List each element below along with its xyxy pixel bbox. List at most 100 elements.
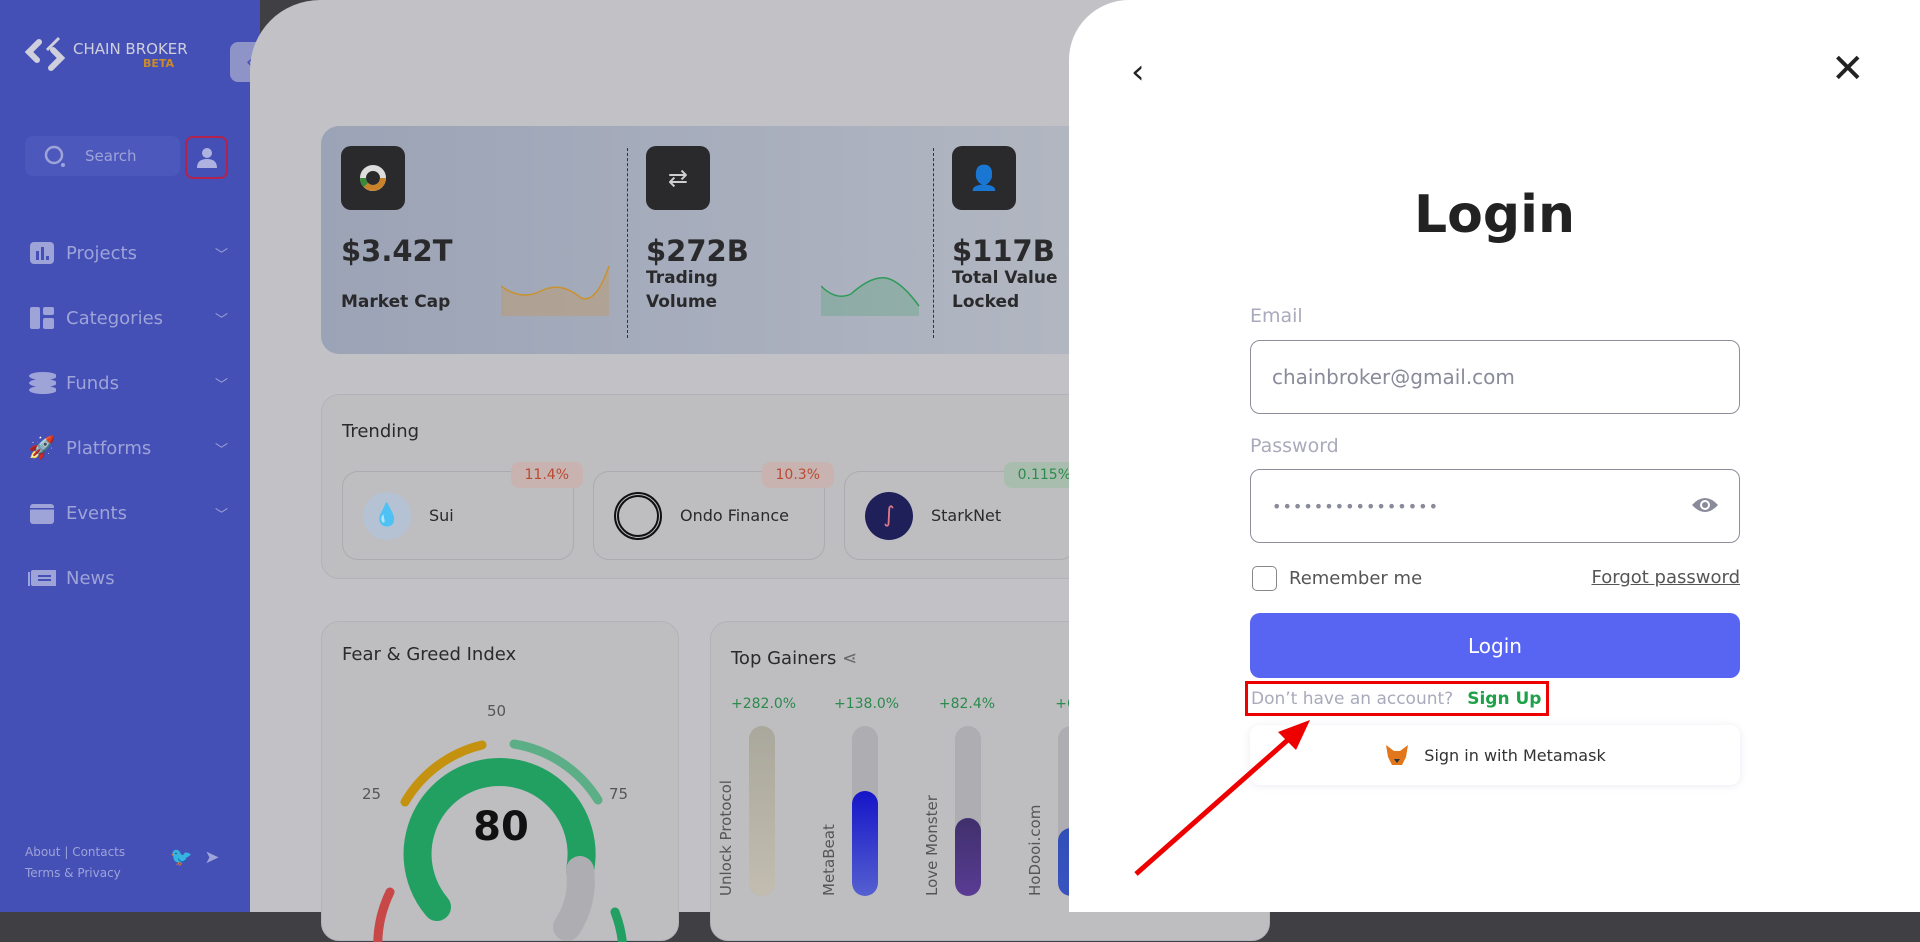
gainer-name: HoDooi.com bbox=[1026, 804, 1044, 896]
starknet-logo-icon: ∫ bbox=[865, 491, 913, 540]
stat-label: Trading Volume bbox=[646, 268, 718, 312]
remember-checkbox[interactable] bbox=[1252, 566, 1277, 591]
metamask-label: Sign in with Metamask bbox=[1424, 745, 1606, 765]
logo[interactable]: CHAIN BROKER BETA bbox=[25, 36, 188, 74]
gainer-column[interactable]: +282.0% Unlock Protocol bbox=[717, 696, 796, 896]
sidebar: CHAIN BROKERBETA ‹ Search Projects﹀ Cate… bbox=[0, 0, 270, 912]
footer-separator: | bbox=[64, 845, 69, 859]
sidebar-footer: About | Contacts Terms & Privacy bbox=[25, 842, 125, 884]
divider bbox=[627, 148, 628, 338]
terms-link[interactable]: Terms & Privacy bbox=[25, 863, 125, 884]
logo-text: CHAIN BROKER bbox=[73, 39, 188, 58]
login-button[interactable]: Login bbox=[1250, 613, 1740, 678]
sui-logo-icon: 💧 bbox=[363, 491, 411, 540]
change-badge: 11.4% bbox=[510, 462, 583, 488]
email-value: chainbroker@gmail.com bbox=[1272, 365, 1515, 389]
twitter-icon[interactable]: 🐦 bbox=[170, 847, 192, 868]
divider bbox=[933, 148, 934, 338]
stat-value: $117B bbox=[952, 234, 1055, 268]
rocket-icon: 🚀 bbox=[28, 435, 56, 461]
coin-name: StarkNet bbox=[931, 506, 1002, 525]
sidebar-item-label: News bbox=[66, 567, 115, 589]
sidebar-item-news[interactable]: News bbox=[28, 563, 228, 593]
hand-user-icon: 👤 bbox=[952, 146, 1016, 210]
stat-trading-volume: ⇄ $272B Trading Volume bbox=[646, 146, 926, 336]
sidebar-item-platforms[interactable]: 🚀 Platforms ﹀ bbox=[28, 433, 228, 463]
beta-badge: BETA bbox=[143, 56, 175, 70]
bar-chart-icon bbox=[28, 241, 56, 265]
top-gainers-title: Top Gainers ⋖ bbox=[731, 648, 857, 669]
forgot-password-link[interactable]: Forgot password bbox=[1592, 567, 1740, 588]
close-icon[interactable]: ✕ bbox=[1831, 46, 1865, 92]
login-panel: ‹ ✕ Login Email chainbroker@gmail.com Pa… bbox=[1069, 0, 1920, 912]
coins-icon bbox=[28, 371, 56, 395]
sidebar-item-categories[interactable]: Categories ﹀ bbox=[28, 303, 228, 333]
sidebar-item-label: Funds bbox=[66, 372, 119, 394]
gainer-name: Love Monster bbox=[923, 795, 941, 896]
sidebar-item-label: Events bbox=[66, 502, 127, 524]
share-icon[interactable]: ⋖ bbox=[842, 648, 857, 669]
login-title: Login bbox=[1414, 185, 1575, 245]
newspaper-icon bbox=[28, 566, 56, 590]
sidebar-item-projects[interactable]: Projects ﹀ bbox=[28, 238, 228, 268]
sidebar-item-label: Categories bbox=[66, 307, 164, 329]
gainer-name: Unlock Protocol bbox=[717, 780, 735, 896]
gainer-change: +138.0% bbox=[834, 696, 900, 712]
chevron-down-icon: ﹀ bbox=[214, 377, 228, 393]
search-placeholder: Search bbox=[85, 147, 137, 165]
stat-label: Total Value Locked bbox=[952, 268, 1058, 312]
remember-label: Remember me bbox=[1289, 568, 1423, 589]
user-account-button[interactable] bbox=[185, 136, 228, 179]
contacts-link[interactable]: Contacts bbox=[72, 845, 125, 859]
gainer-bar-fill bbox=[955, 817, 981, 896]
chevron-down-icon: ﹀ bbox=[214, 247, 228, 263]
gainer-change: +82.4% bbox=[938, 696, 996, 712]
eye-icon[interactable] bbox=[1691, 495, 1719, 515]
sidebar-item-events[interactable]: Events ﹀ bbox=[28, 498, 228, 528]
gainer-bar-fill bbox=[749, 726, 775, 896]
password-label: Password bbox=[1250, 435, 1339, 457]
telegram-icon[interactable]: ➤ bbox=[204, 847, 219, 868]
back-arrow-icon[interactable]: ‹ bbox=[1131, 52, 1145, 92]
gainer-bar-fill bbox=[852, 790, 878, 896]
gainer-column[interactable]: +82.4% Love Monster bbox=[923, 696, 997, 896]
password-value: •••••••••••••••• bbox=[1272, 496, 1439, 516]
metamask-signin-button[interactable]: Sign in with Metamask bbox=[1250, 725, 1740, 785]
coin-name: Sui bbox=[429, 506, 454, 525]
trending-item-sui[interactable]: 💧 Sui 11.4% bbox=[342, 462, 583, 560]
coin-name: Ondo Finance bbox=[680, 506, 789, 525]
user-icon bbox=[196, 147, 217, 168]
grid-icon bbox=[28, 306, 56, 330]
stat-value: $3.42T bbox=[341, 234, 453, 268]
change-badge: 10.3% bbox=[761, 462, 834, 488]
chevron-down-icon: ﹀ bbox=[214, 442, 228, 458]
trending-item-starknet[interactable]: ∫ StarkNet 0.115% bbox=[844, 462, 1085, 560]
gainer-bar-track bbox=[852, 726, 878, 896]
chain-logo-icon bbox=[25, 36, 65, 71]
swap-arrows-icon: ⇄ bbox=[646, 146, 710, 210]
no-account-text: Don’t have an account? bbox=[1251, 688, 1454, 709]
remember-me[interactable]: Remember me bbox=[1252, 566, 1422, 591]
sidebar-item-funds[interactable]: Funds ﹀ bbox=[28, 368, 228, 398]
stat-value: $272B bbox=[646, 234, 749, 268]
trending-item-ondo[interactable]: Ondo Finance 10.3% bbox=[593, 462, 834, 560]
password-field[interactable]: •••••••••••••••• bbox=[1250, 469, 1740, 543]
search-input[interactable]: Search bbox=[25, 136, 180, 176]
email-field[interactable]: chainbroker@gmail.com bbox=[1250, 340, 1740, 414]
gainer-bar-track bbox=[955, 726, 981, 896]
signup-prompt: Don’t have an account? Sign Up bbox=[1245, 681, 1549, 716]
gauge-tick: 50 bbox=[487, 702, 507, 720]
sign-up-link[interactable]: Sign Up bbox=[1467, 689, 1541, 709]
about-link[interactable]: About bbox=[25, 845, 60, 859]
gauge-tick: 25 bbox=[362, 785, 382, 803]
trending-card: Trending 💧 Sui 11.4% Ondo Finance 10.3% ∫ St… bbox=[321, 394, 1121, 579]
gainer-column[interactable]: +138.0% MetaBeat bbox=[820, 696, 900, 896]
gainer-name: MetaBeat bbox=[820, 824, 838, 896]
market-cap-sparkline bbox=[501, 266, 610, 316]
stat-label: Market Cap bbox=[341, 292, 451, 312]
top-gainers-label: Top Gainers bbox=[731, 648, 837, 669]
market-stats-card: $3.42T Market Cap ⇄ $272B Trading Volume… bbox=[321, 126, 1121, 354]
fear-greed-title: Fear & Greed Index bbox=[342, 644, 517, 665]
sidebar-item-label: Platforms bbox=[66, 437, 152, 459]
donut-chart-icon bbox=[341, 146, 405, 210]
